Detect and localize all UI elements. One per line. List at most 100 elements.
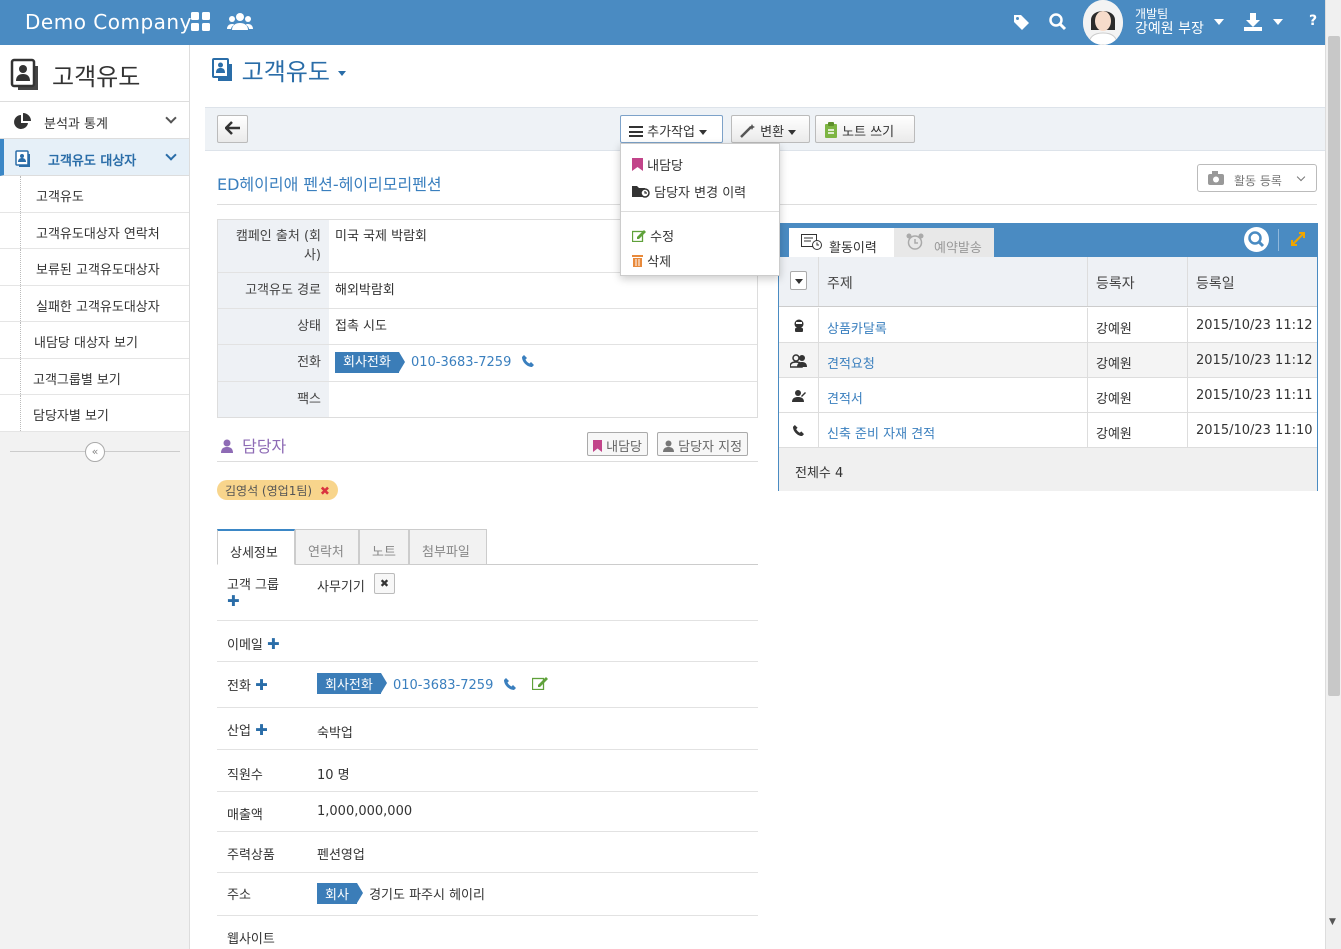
column-registrant[interactable]: 등록자 [1087,257,1187,306]
row-subject[interactable]: 견적서 [818,378,1087,413]
user-icon [221,438,233,457]
owner-pill: 김영석 (영업1팀) ✖ [217,480,338,500]
sidebar-group-lead-targets[interactable]: 고객유도 대상자 [0,139,189,176]
detail-row-phone: 전화 ✚ 회사전화 010-3683-7259 [217,662,758,708]
apps-grid-icon[interactable] [191,12,211,32]
add-icon[interactable]: ✚ [267,635,280,653]
table-row[interactable]: 신축 준비 자재 견적 강예원 2015/10/23 11:10 [779,413,1317,448]
menu-item-mine[interactable]: 내담당 [632,155,683,175]
quote-request-icon [789,354,808,372]
expand-icon[interactable] [1291,232,1305,250]
sidebar-item-leads[interactable]: 고객유도 [0,176,189,213]
bookmark-icon [593,440,602,456]
row-date: 2015/10/23 11:12 [1187,343,1317,378]
address-type-tag: 회사 [317,883,363,904]
phone-icon[interactable] [503,678,516,694]
header-divider [1278,229,1279,251]
detail-row-address: 주소 회사 경기도 파주시 헤이리 [217,873,758,916]
search-icon[interactable] [1244,227,1269,252]
sidebar-group-label: 고객유도 대상자 [48,154,137,169]
sidebar-item-my-leads[interactable]: 내담당 대상자 보기 [0,322,189,359]
menu-item-delete[interactable]: 삭제 [632,251,671,271]
caret-down-icon [788,130,797,135]
tab-activity-history[interactable]: 활동이력 [789,228,894,257]
team-users-icon[interactable] [227,12,253,32]
column-subject[interactable]: 주제 [818,257,1087,306]
record-title: ED헤이리애 펜션-헤이리모리펜션 [217,175,442,194]
search-icon[interactable] [1048,12,1068,32]
caret-down-icon [795,279,803,284]
info-label: 캠페인 출처 (회사) [218,220,329,272]
page-scrollbar[interactable]: ▼ [1325,0,1341,949]
user-avatar[interactable] [1083,0,1123,45]
write-note-button[interactable]: 노트 쓰기 [815,115,915,143]
mine-button[interactable]: 내담당 [587,432,649,456]
tab-details[interactable]: 상세정보 [217,529,295,565]
user-team: 개발팀 [1135,7,1169,21]
column-date[interactable]: 등록일 [1187,257,1317,306]
scroll-down-arrow-icon[interactable]: ▼ [1329,917,1336,927]
info-row-status: 상태 접촉 시도 [218,309,757,345]
menu-item-owner-history[interactable]: 담당자 변경 이력 [632,182,746,202]
help-icon[interactable]: ? [1309,13,1317,29]
edit-icon[interactable] [531,676,548,694]
row-subject[interactable]: 신축 준비 자재 견적 [818,413,1087,448]
tab-attachments[interactable]: 첨부파일 [409,529,487,565]
info-value: 해외박람회 [335,283,395,298]
add-icon[interactable]: ✚ [227,592,240,610]
sidebar-item-lead-contacts[interactable]: 고객유도대상자 연락처 [0,212,189,249]
row-date: 2015/10/23 11:11 [1187,378,1317,413]
assign-owner-button[interactable]: 담당자 지정 [657,432,749,456]
company-name[interactable]: Demo Company [25,10,192,34]
more-actions-button[interactable]: 추가작업 [620,115,723,143]
page-title[interactable]: 고객유도 [212,52,346,88]
sidebar-group-analytics[interactable]: 분석과 통계 [0,102,189,139]
sidebar-item-by-owner[interactable]: 담당자별 보기 [0,395,189,432]
add-icon[interactable]: ✚ [255,676,268,694]
table-row[interactable]: 견적서 강예원 2015/10/23 11:11 [779,378,1317,413]
sidebar-item-failed-leads[interactable]: 실패한 고객유도대상자 [0,285,189,322]
info-label: 전화 [218,345,329,381]
scrollbar-thumb[interactable] [1328,36,1340,696]
activity-total: 전체수 4 [779,448,1317,491]
activity-register-button[interactable]: 활동 등록 [1197,164,1317,192]
user-info[interactable]: 개발팀 강예원 부장 [1135,7,1204,37]
detail-label: 주소 [227,888,251,903]
add-icon[interactable]: ✚ [255,721,268,739]
info-value [329,382,757,417]
info-label: 상태 [218,309,329,344]
leads-icon [10,58,44,98]
tab-notes[interactable]: 노트 [359,529,409,565]
user-menu-caret-icon[interactable] [1214,19,1224,25]
info-row-fax: 팩스 [218,382,757,417]
detail-value: 10 명 [317,768,350,783]
download-icon[interactable] [1243,12,1263,32]
row-subject[interactable]: 상품카달록 [818,308,1087,343]
menu-item-edit[interactable]: 수정 [631,226,674,246]
tab-contacts[interactable]: 연락처 [295,529,359,565]
phone-link[interactable]: 010-3683-7259 [393,678,493,693]
quote-icon [791,389,806,407]
phone-link[interactable]: 010-3683-7259 [411,355,511,370]
sidebar-collapse-button[interactable]: « [85,442,105,462]
tags-icon[interactable] [1012,12,1032,32]
back-button[interactable] [217,115,248,143]
clipboard-icon [824,122,838,142]
remove-icon[interactable]: ✖ [320,484,330,498]
column-menu-button[interactable] [790,271,807,290]
phone-icon[interactable] [521,354,534,373]
table-row[interactable]: 견적요청 강예원 2015/10/23 11:12 [779,343,1317,378]
row-subject[interactable]: 견적요청 [818,343,1087,378]
detail-value: 회사 경기도 파주시 헤이리 [317,883,485,904]
chevron-down-icon [165,149,177,161]
detail-tabs: 상세정보 연락처 노트 첨부파일 [217,529,758,565]
info-row-phone: 전화 회사전화 010-3683-7259 [218,345,757,382]
download-menu-caret-icon[interactable] [1273,19,1283,25]
convert-button[interactable]: 변환 [731,115,810,143]
tab-reserved-send[interactable]: 예약발송 [894,228,994,257]
table-row[interactable]: 상품카달록 강예원 2015/10/23 11:12 [779,308,1317,343]
sidebar-item-held-leads[interactable]: 보류된 고객유도대상자 [0,249,189,286]
sidebar-item-by-group[interactable]: 고객그룹별 보기 [0,358,189,395]
remove-group-button[interactable]: ✖ [374,573,395,594]
info-value: 회사전화 010-3683-7259 [329,345,757,381]
